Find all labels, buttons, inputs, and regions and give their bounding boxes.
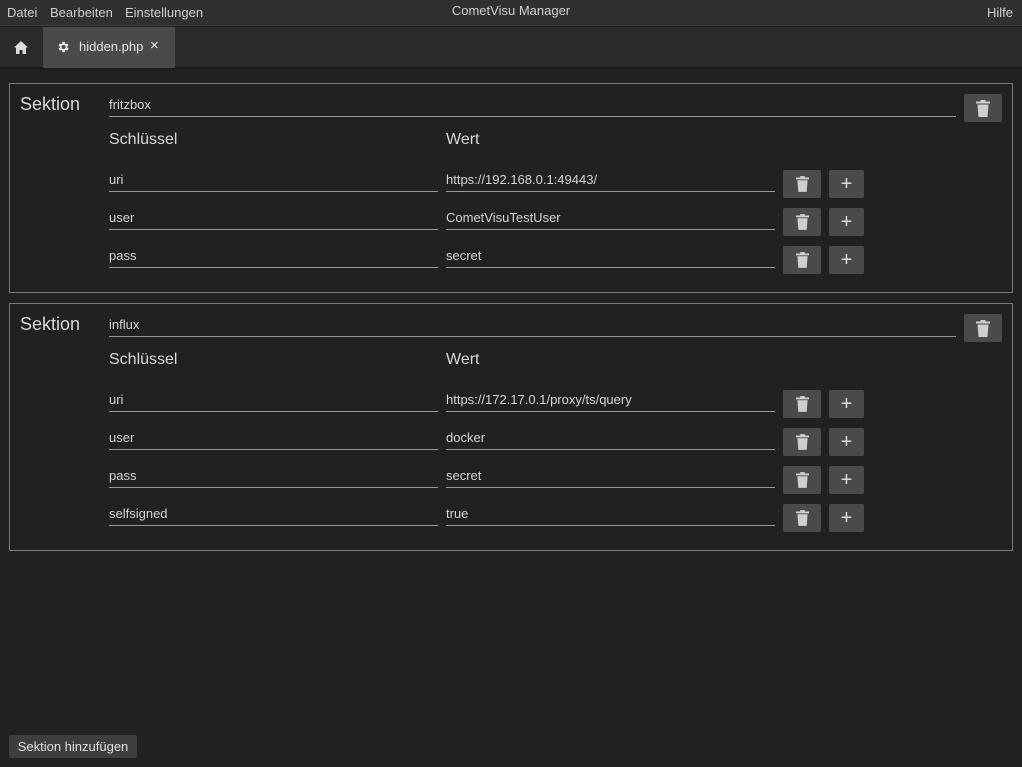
key-input[interactable]: user [109,426,438,450]
key-input[interactable]: uri [109,168,438,192]
section-label: Sektion [20,314,81,334]
plus-icon: + [840,393,853,415]
value-input[interactable]: https://192.168.0.1:49443/ [446,168,775,192]
gear-icon [58,41,69,53]
entry-row: pass secret + [10,464,1014,496]
add-entry-button[interactable]: + [829,246,864,274]
trash-icon [795,252,809,268]
plus-icon: + [840,173,853,195]
trash-icon [976,99,990,117]
trash-icon [795,396,809,412]
value-input[interactable]: true [446,502,775,526]
delete-section-button[interactable] [964,314,1002,342]
delete-entry-button[interactable] [783,428,821,456]
value-input[interactable]: https://172.17.0.1/proxy/ts/query [446,388,775,412]
tab-home[interactable] [0,27,42,68]
key-input[interactable]: uri [109,388,438,412]
app-title: CometVisu Manager [451,3,571,18]
menu-hilfe[interactable]: Hilfe [987,5,1013,20]
delete-entry-button[interactable] [783,246,821,274]
add-entry-button[interactable]: + [829,170,864,198]
delete-entry-button[interactable] [783,390,821,418]
key-column-header: Schlüssel [109,351,178,368]
entry-row: user CometVisuTestUser + [10,206,1014,238]
trash-icon [976,319,990,337]
value-input[interactable]: secret [446,244,775,268]
key-input[interactable]: pass [109,244,438,268]
plus-icon: + [840,249,853,271]
entry-row: user docker + [10,426,1014,458]
add-section-button[interactable]: Sektion hinzufügen [9,735,137,758]
delete-entry-button[interactable] [783,504,821,532]
plus-icon: + [840,431,853,453]
trash-icon [795,510,809,526]
home-icon [14,41,28,54]
value-input[interactable]: CometVisuTestUser [446,206,775,230]
entry-row: pass secret + [10,244,1014,276]
value-column-header: Wert [446,351,480,368]
add-entry-button[interactable]: + [829,390,864,418]
section-fritzbox: Sektion fritzbox Schlüssel Wert uri http… [9,83,1013,293]
tab-label: hidden.php [79,39,144,54]
tab-divider [0,68,1022,71]
key-column-header: Schlüssel [109,131,178,148]
key-input[interactable]: selfsigned [109,502,438,526]
trash-icon [795,434,809,450]
plus-icon: + [840,211,853,233]
tab-bar: hidden.php × [0,27,1022,68]
section-label: Sektion [20,94,81,114]
value-input[interactable]: secret [446,464,775,488]
tab-hidden-php[interactable]: hidden.php × [43,27,175,68]
plus-icon: + [840,469,853,491]
trash-icon [795,214,809,230]
trash-icon [795,176,809,192]
section-influx: Sektion influx Schlüssel Wert uri https:… [9,303,1013,551]
delete-entry-button[interactable] [783,170,821,198]
close-icon[interactable]: × [150,37,159,55]
add-entry-button[interactable]: + [829,428,864,456]
add-entry-button[interactable]: + [829,504,864,532]
add-entry-button[interactable]: + [829,208,864,236]
menu-bar: Datei Bearbeiten Einstellungen CometVisu… [0,0,1022,26]
delete-section-button[interactable] [964,94,1002,122]
entry-row: uri https://192.168.0.1:49443/ + [10,168,1014,200]
trash-icon [795,472,809,488]
section-name-input[interactable]: fritzbox [109,94,956,117]
entry-row: uri https://172.17.0.1/proxy/ts/query + [10,388,1014,420]
entry-row: selfsigned true + [10,502,1014,534]
delete-entry-button[interactable] [783,208,821,236]
plus-icon: + [840,507,853,529]
section-name-input[interactable]: influx [109,314,956,337]
value-input[interactable]: docker [446,426,775,450]
app-window: Datei Bearbeiten Einstellungen CometVisu… [0,0,1022,767]
value-column-header: Wert [446,131,480,148]
key-input[interactable]: pass [109,464,438,488]
delete-entry-button[interactable] [783,466,821,494]
add-entry-button[interactable]: + [829,466,864,494]
key-input[interactable]: user [109,206,438,230]
